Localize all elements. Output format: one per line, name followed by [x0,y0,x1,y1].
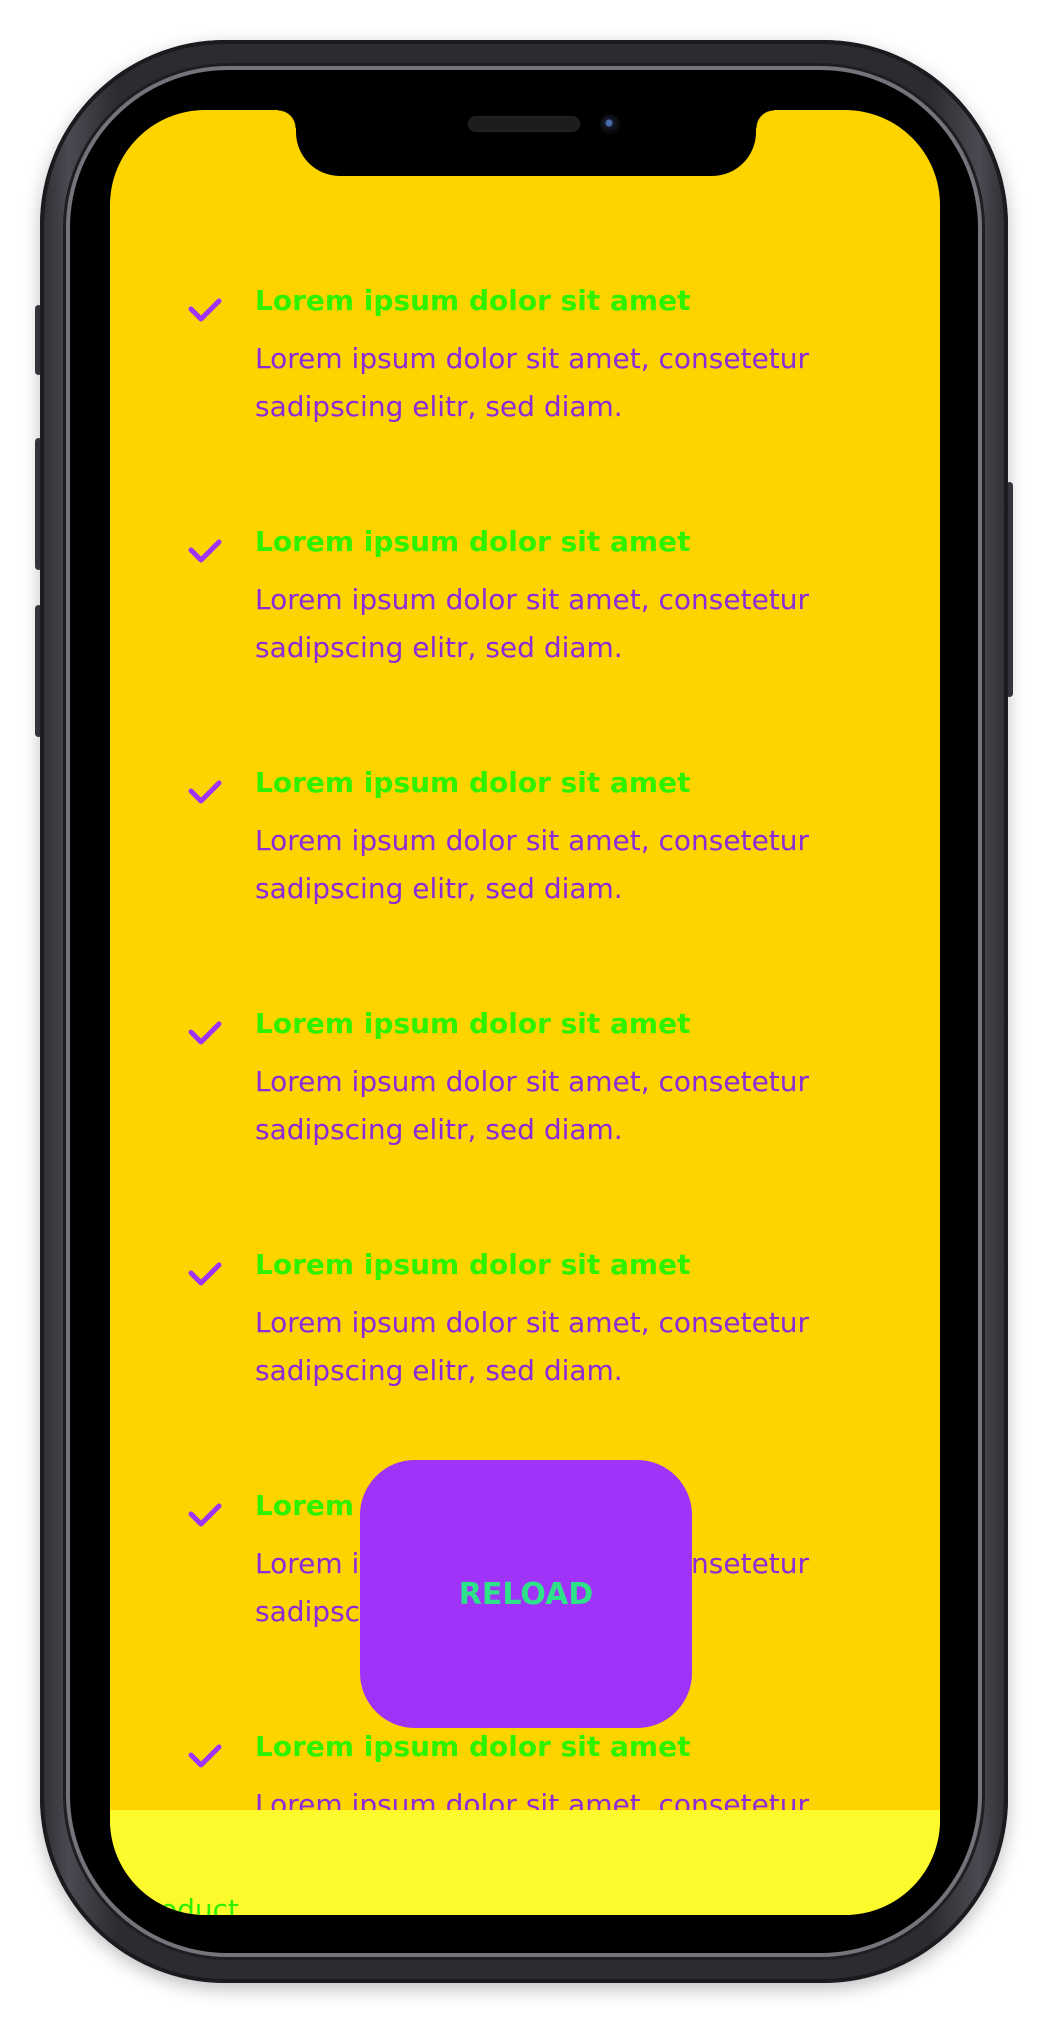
reload-button[interactable]: RELOAD [360,1460,692,1728]
notch [278,110,774,176]
item-title: Lorem ipsum dolor sit amet [255,284,691,317]
item-title: Lorem ipsum dolor sit amet [255,1007,691,1040]
check-icon [188,1262,222,1286]
check-icon [188,1503,222,1527]
earpiece-speaker [468,116,580,132]
item-description: Lorem ipsum dolor sit amet, consetetur s… [255,342,810,423]
footer-text: oduct [160,1893,240,1915]
list-item: Lorem ipsum dolor sit amet Lorem ipsum d… [110,1247,940,1407]
item-description: Lorem ipsum dolor sit amet, consetetur s… [255,824,810,905]
check-icon [188,1744,222,1768]
footer-bar: oduct [110,1810,940,1915]
item-title: Lorem ipsum dolor sit amet [255,766,691,799]
item-title: Lorem ipsum dolor sit amet [255,1248,691,1281]
item-description: Lorem ipsum dolor sit amet, consetetur s… [255,1306,810,1387]
list-item: Lorem ipsum dolor sit amet Lorem ipsum d… [110,1006,940,1166]
item-description: Lorem ipsum dolor sit amet, consetetur s… [255,1065,810,1146]
check-icon [188,298,222,322]
list-item: Lorem ipsum dolor sit amet Lorem ipsum d… [110,524,940,684]
list-item: Lorem ipsum dolor sit amet Lorem ipsum d… [110,765,940,925]
item-title: Lorem ipsum dolor sit amet [255,525,691,558]
item-description: Lorem ipsum dolor sit amet, consetetur s… [255,583,810,664]
check-icon [188,1021,222,1045]
item-title: Lorem ipsum dolor sit amet [255,1730,691,1763]
front-camera-icon [600,114,620,134]
check-icon [188,780,222,804]
check-icon [188,539,222,563]
list-item: Lorem ipsum dolor sit amet Lorem ipsum d… [110,283,940,443]
phone-screen: Lorem ipsum dolor sit amet Lorem ipsum d… [110,110,940,1915]
